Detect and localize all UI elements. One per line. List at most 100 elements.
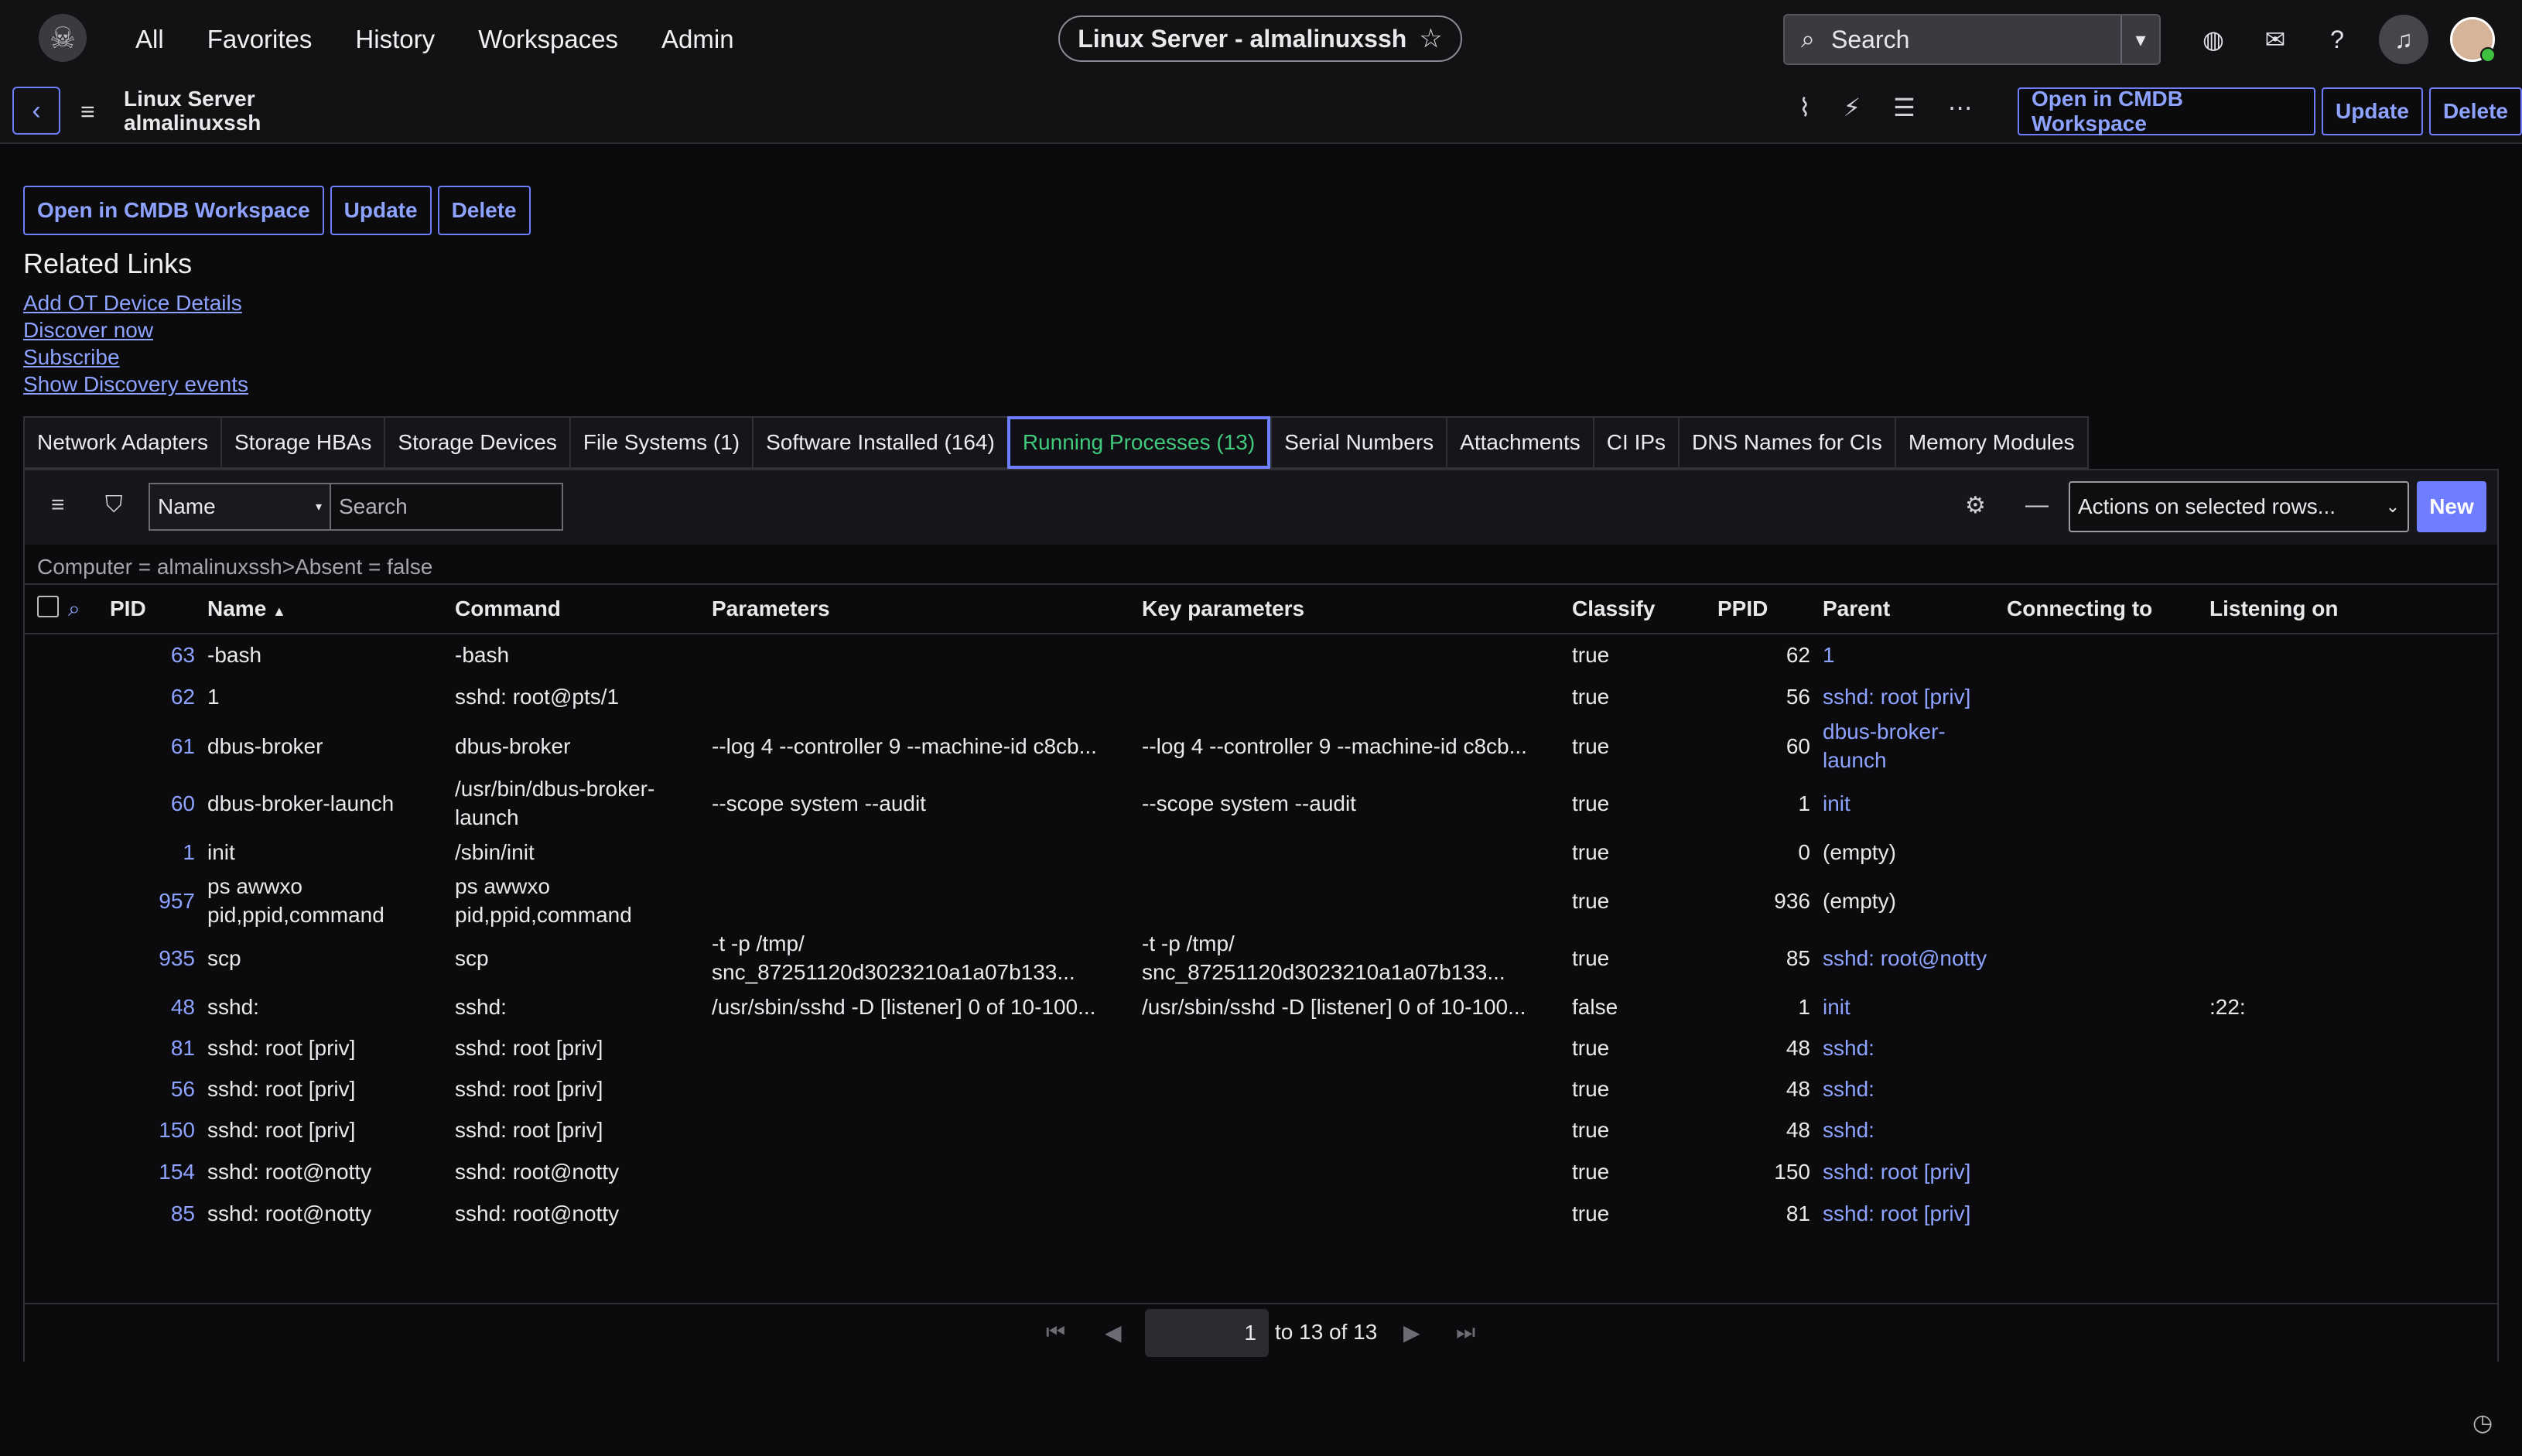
tab-network-adapters[interactable]: Network Adapters	[23, 416, 220, 469]
nav-all[interactable]: All	[135, 25, 164, 54]
link-show-discovery-events[interactable]: Show Discovery events	[23, 371, 248, 398]
link-discover-now[interactable]: Discover now	[23, 316, 248, 343]
row-pid[interactable]: 48	[110, 986, 207, 1027]
tab-storage-devices[interactable]: Storage Devices	[384, 416, 569, 469]
row-select-cell[interactable]	[25, 634, 68, 675]
table-row[interactable]: 1 init/sbin/init true 0 (empty)	[25, 832, 2497, 872]
row-select-cell[interactable]	[25, 1192, 68, 1234]
tab-attachments[interactable]: Attachments	[1446, 416, 1593, 469]
col-pid[interactable]: PID	[110, 583, 207, 634]
bell-icon[interactable]: ♫	[2379, 15, 2428, 64]
col-ppid[interactable]: PPID	[1717, 583, 1823, 634]
star-icon[interactable]: ☆	[1419, 23, 1442, 54]
row-parent[interactable]: sshd: root@notty	[1823, 929, 2007, 986]
more-icon[interactable]: ⋯	[1948, 93, 1973, 122]
table-row[interactable]: 957 ps awwxo pid,ppid,command ps awwxo pid…	[25, 872, 2497, 929]
table-row[interactable]: 935 scp scp -t -p /tmp/ snc_87251120d302321…	[25, 929, 2497, 986]
col-connecting-to[interactable]: Connecting to	[2007, 583, 2209, 634]
row-pid[interactable]: 1	[110, 832, 207, 872]
select-all-checkbox[interactable]	[25, 583, 68, 634]
tab-memory-modules[interactable]: Memory Modules	[1894, 416, 2089, 469]
row-select-cell[interactable]	[25, 774, 68, 832]
paperclip-icon[interactable]: ⌇	[1799, 93, 1811, 122]
tab-ci-ips[interactable]: CI IPs	[1592, 416, 1679, 469]
tab-running-processes[interactable]: Running Processes (13)	[1006, 416, 1271, 469]
actions-select[interactable]: Actions on selected rows... ⌄	[2069, 481, 2409, 532]
row-select-cell[interactable]	[25, 675, 68, 717]
form-open-cmdb-workspace-button[interactable]: Open in CMDB Workspace	[23, 186, 324, 235]
form-delete-button[interactable]: Delete	[437, 186, 531, 235]
tab-serial-numbers[interactable]: Serial Numbers	[1270, 416, 1447, 469]
first-page-icon[interactable]: ⏮	[1046, 1320, 1065, 1345]
row-parent[interactable]: sshd:	[1823, 1109, 2007, 1150]
row-parent[interactable]: sshd: root [priv]	[1823, 1150, 2007, 1192]
col-parameters[interactable]: Parameters	[712, 583, 1142, 634]
gear-icon[interactable]: ⚙	[1965, 492, 1986, 519]
row-pid[interactable]: 150	[110, 1109, 207, 1150]
row-select-cell[interactable]	[25, 929, 68, 986]
table-row[interactable]: 81 sshd: root [priv] sshd: root [priv] true…	[25, 1027, 2497, 1068]
delete-button[interactable]: Delete	[2428, 87, 2522, 135]
tab-storage-hbas[interactable]: Storage HBAs	[220, 416, 384, 469]
row-pid[interactable]: 56	[110, 1068, 207, 1109]
row-pid[interactable]: 61	[110, 717, 207, 774]
list-search-input[interactable]: Search	[331, 483, 563, 531]
nav-workspaces[interactable]: Workspaces	[478, 25, 618, 54]
row-parent[interactable]: init	[1823, 774, 2007, 832]
clock-icon[interactable]: ◷	[2472, 1410, 2493, 1437]
table-row[interactable]: 63 -bash -bash true 62 1	[25, 634, 2497, 675]
col-listening-on[interactable]: Listening on	[2209, 583, 2497, 634]
row-pid[interactable]: 63	[110, 634, 207, 675]
globe-icon[interactable]: ◍	[2193, 19, 2233, 60]
next-page-icon[interactable]: ▶	[1403, 1320, 1420, 1345]
page-input[interactable]: 1	[1145, 1309, 1269, 1357]
skull-logo-icon[interactable]: ☠	[39, 14, 87, 62]
table-row[interactable]: 60 dbus-broker-launch/usr/bin/dbus-broker…	[25, 774, 2497, 832]
tab-file-systems[interactable]: File Systems (1)	[569, 416, 753, 469]
row-parent[interactable]: 1	[1823, 634, 2007, 675]
row-pid[interactable]: 81	[110, 1027, 207, 1068]
col-name[interactable]: Name ▲	[207, 583, 455, 634]
row-pid[interactable]: 935	[110, 929, 207, 986]
tab-dns-names[interactable]: DNS Names for CIs	[1678, 416, 1895, 469]
row-select-cell[interactable]	[25, 832, 68, 872]
row-select-cell[interactable]	[25, 717, 68, 774]
chat-icon[interactable]: ✉	[2255, 19, 2295, 60]
column-search-icon[interactable]: ⌕	[68, 583, 110, 634]
col-command[interactable]: Command	[455, 583, 712, 634]
nav-history[interactable]: History	[355, 25, 435, 54]
row-parent[interactable]: sshd:	[1823, 1068, 2007, 1109]
link-subscribe[interactable]: Subscribe	[23, 343, 248, 371]
col-parent[interactable]: Parent	[1823, 583, 2007, 634]
col-classify[interactable]: Classify	[1572, 583, 1717, 634]
global-search[interactable]: ⌕ Search ▾	[1783, 14, 2161, 65]
search-field-select[interactable]: Name ▾	[149, 483, 331, 531]
row-parent[interactable]: init	[1823, 986, 2007, 1027]
minus-icon[interactable]: —	[2025, 492, 2049, 518]
table-row[interactable]: 62 1 sshd: root@pts/1 true 56 sshd: root [pri…	[25, 675, 2497, 717]
record-title-pill[interactable]: Linux Server - almalinuxssh ☆	[1058, 15, 1462, 62]
help-icon[interactable]: ?	[2317, 19, 2357, 60]
breadcrumb-absent[interactable]: Absent = false	[295, 555, 432, 579]
sliders-icon[interactable]: ☰	[1893, 93, 1915, 122]
row-pid[interactable]: 62	[110, 675, 207, 717]
row-pid[interactable]: 60	[110, 774, 207, 832]
nav-favorites[interactable]: Favorites	[207, 25, 313, 54]
prev-page-icon[interactable]: ◀	[1105, 1320, 1122, 1345]
breadcrumb-computer[interactable]: Computer = almalinuxssh	[37, 555, 282, 579]
global-search-input[interactable]: Search	[1831, 26, 2120, 54]
table-row[interactable]: 154 sshd: root@notty sshd: root@notty true 1…	[25, 1150, 2497, 1192]
table-row[interactable]: 85 sshd: root@notty sshd: root@notty true 81…	[25, 1192, 2497, 1234]
col-key-parameters[interactable]: Key parameters	[1142, 583, 1572, 634]
table-row[interactable]: 150 sshd: root [priv] sshd: root [priv] tru…	[25, 1109, 2497, 1150]
nav-admin[interactable]: Admin	[661, 25, 734, 54]
row-select-cell[interactable]	[25, 1150, 68, 1192]
row-parent[interactable]: sshd:	[1823, 1027, 2007, 1068]
row-parent[interactable]: sshd: root [priv]	[1823, 1192, 2007, 1234]
last-page-icon[interactable]: ⏭	[1456, 1320, 1475, 1345]
row-pid[interactable]: 154	[110, 1150, 207, 1192]
chevron-down-icon[interactable]: ▾	[2120, 15, 2159, 63]
open-cmdb-workspace-button[interactable]: Open in CMDB Workspace	[2018, 87, 2316, 135]
row-pid[interactable]: 85	[110, 1192, 207, 1234]
row-parent[interactable]: dbus-broker-launch	[1823, 717, 2007, 774]
